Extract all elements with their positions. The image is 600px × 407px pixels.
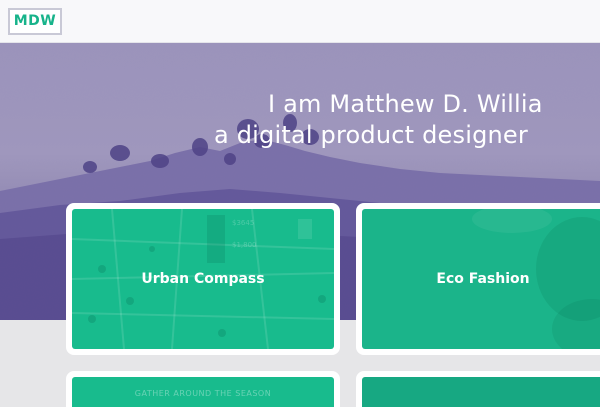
project-card-4[interactable] [356,371,600,407]
project-card-thumbnail: GATHER AROUND THE SEASON [72,377,334,407]
map-price-label-2: $1,800 [232,241,257,249]
site-logo[interactable]: MDW [8,8,62,35]
project-title: Eco Fashion [436,271,530,287]
hero-headline: I am Matthew D. Willia a digital product… [214,89,600,151]
project-card-eco-fashion[interactable]: Eco Fashion [356,203,600,355]
top-navigation-bar: MDW [0,0,600,43]
project-card-thumbnail: Eco Fashion [362,209,600,349]
project-card-urban-compass[interactable]: $3645 $1,800 Urban Compass [66,203,340,355]
hero-headline-line-2: a digital product designer [214,121,528,149]
project-card-3[interactable]: GATHER AROUND THE SEASON [66,371,340,407]
project-card-thumbnail [362,377,600,407]
project-card-thumbnail: $3645 $1,800 Urban Compass [72,209,334,349]
project-title: Urban Compass [141,271,265,287]
map-price-label-1: $3645 [232,219,255,227]
hero-headline-line-1: I am Matthew D. Willia [268,90,543,118]
project-card-caption: GATHER AROUND THE SEASON [134,389,272,398]
